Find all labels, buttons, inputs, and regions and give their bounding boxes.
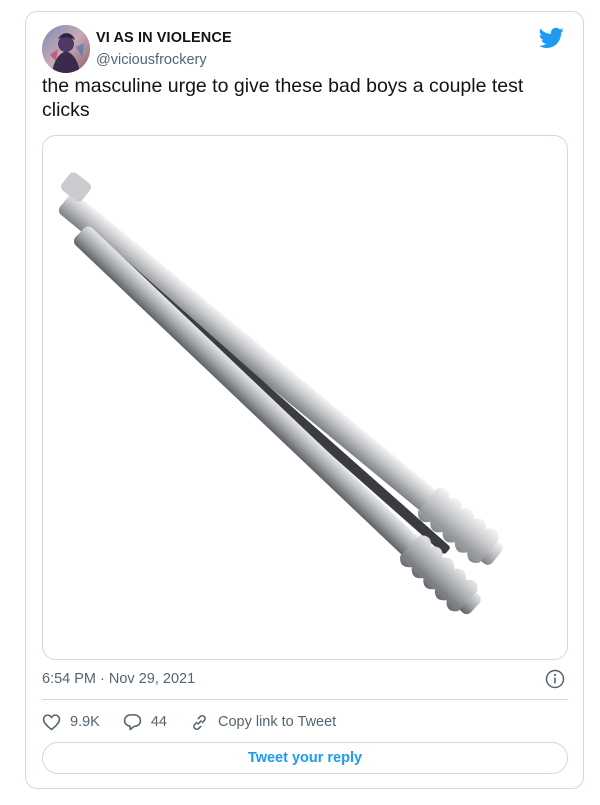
divider [42,699,568,700]
reply-icon [123,714,142,731]
tweet-your-reply-button[interactable]: Tweet your reply [42,742,568,774]
reply-button[interactable]: 44 [123,713,167,731]
tweet-media-image[interactable] [42,135,568,660]
like-count: 9.9K [70,714,100,730]
tweet-timestamp[interactable]: 6:54 PM · Nov 29, 2021 [42,671,195,687]
author-handle[interactable]: @viciousfrockery [96,52,207,68]
reply-count: 44 [150,714,167,730]
link-icon [193,714,206,730]
like-button[interactable]: 9.9K [42,713,100,731]
twitter-bird-icon[interactable] [538,27,564,49]
tweet-actions: 9.9K 44 Copy link to Tweet [42,710,359,734]
tweet-text: the masculine urge to give these bad boy… [42,75,524,121]
copy-link-button[interactable]: Copy link to Tweet [190,713,336,732]
author-name[interactable]: VI AS IN VIOLENCE [96,30,232,46]
tweet-card: VI AS IN VIOLENCE @viciousfrockery the m… [25,11,584,789]
avatar[interactable] [42,25,90,73]
heart-icon [42,714,61,731]
info-icon[interactable] [545,669,565,689]
copy-link-label: Copy link to Tweet [217,714,337,730]
